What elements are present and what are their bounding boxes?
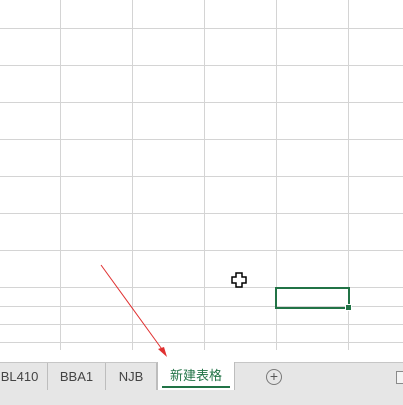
sheet-tab-bl410[interactable]: BL410	[0, 363, 48, 390]
column-gridline	[204, 0, 205, 350]
sheet-tab-label: NJB	[118, 369, 144, 384]
row-gridline	[0, 102, 403, 103]
row-gridline	[0, 250, 403, 251]
active-tab-underline	[162, 386, 230, 388]
column-gridline	[60, 0, 61, 350]
sheet-tab-bar: BL410 BBA1 NJB 新建表格 +	[0, 362, 403, 405]
sheet-tab-label: 新建表格	[169, 368, 222, 383]
row-gridline	[0, 139, 403, 140]
horizontal-scrollbar[interactable]	[396, 371, 403, 384]
fill-handle[interactable]	[345, 304, 352, 311]
row-gridline	[0, 28, 403, 29]
sheet-tab-label: BBA1	[59, 369, 94, 384]
sheet-tab-njb[interactable]: NJB	[106, 363, 157, 390]
column-gridline	[132, 0, 133, 350]
row-gridline	[0, 213, 403, 214]
cross-cursor-icon	[231, 272, 247, 288]
worksheet-grid[interactable]	[0, 0, 403, 362]
sheet-tab-new-sheet[interactable]: 新建表格	[157, 362, 235, 390]
row-gridline	[0, 65, 403, 66]
sheet-tab-label: BL410	[0, 369, 39, 384]
row-gridline	[0, 176, 403, 177]
active-cell[interactable]	[275, 287, 350, 309]
row-gridline	[0, 342, 403, 343]
add-sheet-symbol: +	[269, 368, 279, 384]
add-sheet-icon[interactable]: +	[266, 369, 282, 385]
sheet-tab-bba1[interactable]: BBA1	[48, 363, 106, 390]
row-gridline	[0, 324, 403, 325]
